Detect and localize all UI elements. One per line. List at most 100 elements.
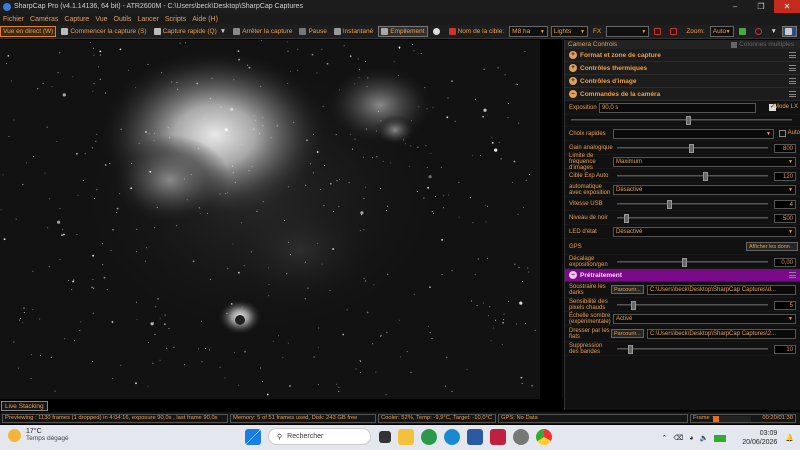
menu-capture[interactable]: Capture: [64, 16, 89, 23]
notification-bell-icon[interactable]: 🔔: [785, 434, 794, 442]
app-blue-icon[interactable]: [467, 428, 483, 445]
slider-knob[interactable]: [624, 214, 630, 223]
banding-value[interactable]: 10: [774, 345, 796, 354]
chrome-icon[interactable]: [536, 428, 552, 445]
live-stacking-tab[interactable]: Live Stacking: [1, 401, 48, 411]
frame-rate-limit-select[interactable]: Maximum ▼: [613, 157, 796, 167]
slider-knob[interactable]: [631, 301, 637, 310]
speaker-icon[interactable]: 🔈: [700, 434, 709, 442]
network-off-icon[interactable]: ⌫: [673, 434, 683, 442]
section-camera[interactable]: – Commandes de la caméra: [565, 88, 800, 101]
black-level-slider[interactable]: [617, 214, 768, 223]
live-view-button[interactable]: Vue en direct (W): [0, 26, 57, 37]
menu-tools[interactable]: Outils: [114, 16, 132, 23]
darks-path-select[interactable]: C:\Users\beck\Desktop\SharpCap Captures\…: [647, 285, 796, 295]
sharpcap-taskbar-icon[interactable]: [513, 428, 529, 445]
minimize-button[interactable]: –: [722, 0, 748, 13]
menu-icon[interactable]: [789, 272, 796, 278]
edge-icon[interactable]: [444, 428, 460, 445]
record-indicator[interactable]: [431, 26, 444, 37]
menu-icon[interactable]: [789, 78, 796, 84]
auto-checkbox[interactable]: [779, 130, 786, 137]
menu-view[interactable]: Vue: [95, 16, 107, 23]
menu-cameras[interactable]: Caméras: [30, 16, 58, 23]
maximize-button[interactable]: ❐: [748, 0, 774, 13]
section-image[interactable]: + Contrôles d'image: [565, 75, 800, 88]
auto-exposure-select[interactable]: Désactivé ▼: [613, 185, 796, 195]
slider-knob[interactable]: [703, 172, 709, 181]
gain-value[interactable]: 800: [774, 144, 796, 153]
stacking-button[interactable]: Empilement: [378, 26, 428, 37]
gps-show-button[interactable]: Afficher les donn: [746, 242, 798, 251]
menu-scripts[interactable]: Scripts: [165, 16, 186, 23]
image-scrollbar[interactable]: [540, 40, 562, 399]
windows-start-icon[interactable]: [245, 428, 261, 445]
black-level-value[interactable]: 500: [774, 214, 796, 223]
exposure-slider[interactable]: [571, 116, 792, 125]
hot-pixel-slider[interactable]: [617, 301, 768, 310]
slider-knob[interactable]: [628, 345, 634, 354]
star: [432, 212, 434, 214]
app-green-icon[interactable]: [421, 428, 437, 445]
auto-exposure-target-slider[interactable]: [617, 172, 768, 181]
app-red-icon[interactable]: [490, 428, 506, 445]
banding-slider[interactable]: [617, 345, 768, 354]
histogram-button[interactable]: [737, 26, 750, 37]
camera-image-view[interactable]: [0, 40, 563, 399]
hot-pixel-value[interactable]: 5: [774, 301, 796, 310]
quick-capture-button[interactable]: Capture rapide (Q) ▼: [152, 26, 229, 37]
frame-type-select[interactable]: Lights ▼: [550, 26, 588, 37]
close-button[interactable]: ✕: [774, 0, 800, 13]
star: [161, 72, 163, 74]
slider-knob[interactable]: [681, 258, 687, 267]
focus-button[interactable]: [753, 26, 766, 37]
exposure-offset-slider[interactable]: [617, 258, 768, 267]
weather-widget[interactable]: 17°C Temps dégagé: [8, 428, 69, 442]
menu-icon[interactable]: [789, 65, 796, 71]
slider-knob[interactable]: [688, 144, 694, 153]
star: [93, 54, 95, 56]
pen-button[interactable]: [781, 26, 797, 37]
menu-icon[interactable]: [789, 91, 796, 97]
file-explorer-icon[interactable]: [398, 428, 414, 445]
exposure-input[interactable]: 90,0 s: [599, 103, 756, 113]
usb-speed-slider[interactable]: [617, 200, 768, 209]
auto-exposure-target-value[interactable]: 120: [774, 172, 796, 181]
section-thermal[interactable]: + Contrôles thermiques: [565, 62, 800, 75]
menu-help[interactable]: Aide (H): [192, 16, 218, 23]
chevron-up-icon[interactable]: ⌃: [662, 434, 668, 442]
wifi-icon[interactable]: ◕: [689, 435, 693, 442]
flat-browse-button[interactable]: Parcourir...: [611, 329, 644, 338]
menu-launch[interactable]: Lancer: [137, 16, 158, 23]
flat-path-select[interactable]: C:\Users\beck\Desktop\SharpCap Captures\…: [647, 329, 796, 339]
slider-knob[interactable]: [685, 116, 691, 125]
fx-select[interactable]: ▼: [606, 26, 650, 37]
star: [267, 267, 269, 269]
clock[interactable]: 03:09 20/06/2026: [742, 429, 777, 447]
overlay-button[interactable]: [668, 26, 681, 37]
multi-columns-checkbox[interactable]: [731, 41, 738, 48]
section-preprocessing[interactable]: – Prétraitement: [565, 269, 800, 282]
pause-button[interactable]: Pause: [297, 26, 328, 37]
taskbar-search[interactable]: ⚲ Rechercher: [268, 428, 371, 445]
led-select[interactable]: Désactivé ▼: [613, 227, 796, 237]
stop-capture-button[interactable]: Arrêter la capture: [231, 26, 294, 37]
grid-button[interactable]: [652, 26, 665, 37]
menu-file[interactable]: Fichier: [3, 16, 24, 23]
darks-browse-button[interactable]: Parcourir...: [611, 285, 644, 294]
gain-slider[interactable]: [617, 144, 768, 153]
exposure-offset-value[interactable]: 0,00: [774, 258, 796, 267]
task-view-icon[interactable]: [379, 430, 391, 443]
section-format[interactable]: + Format et zone de capture: [565, 49, 800, 62]
snapshot-button[interactable]: Instantané: [332, 26, 375, 37]
zoom-select[interactable]: Auto ▼: [709, 26, 734, 37]
menu-icon[interactable]: [789, 52, 796, 58]
quick-choice-select[interactable]: ▼: [613, 129, 774, 139]
dark-scale-select[interactable]: Activé ▼: [613, 314, 796, 324]
target-name-input[interactable]: M8 ha ▼: [509, 26, 548, 37]
battery-icon[interactable]: [714, 434, 727, 442]
tools-dropdown[interactable]: ▼: [769, 26, 779, 37]
start-capture-button[interactable]: Commencer la capture (S): [59, 26, 148, 37]
slider-knob[interactable]: [667, 200, 673, 209]
usb-speed-value[interactable]: 4: [774, 200, 796, 209]
